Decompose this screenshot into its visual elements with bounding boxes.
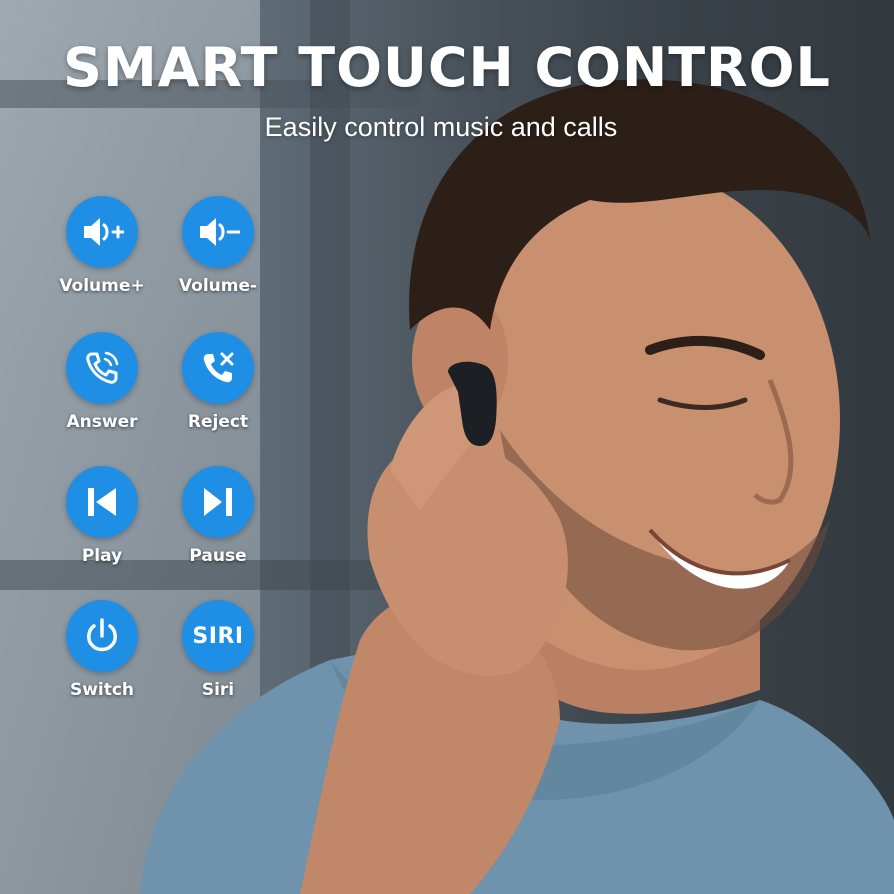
volume-up-icon (66, 196, 138, 268)
phone-reject-icon (182, 332, 254, 404)
control-pause: Pause (168, 466, 268, 566)
siri-icon: SIRI (182, 600, 254, 672)
control-volume-up: Volume+ (52, 196, 152, 296)
touch-controls-grid: Volume+ Volume- Answer Reject Play Pause… (52, 196, 282, 716)
control-label: Pause (189, 546, 247, 566)
control-reject: Reject (168, 332, 268, 432)
phone-answer-icon (66, 332, 138, 404)
siri-icon-text: SIRI (192, 623, 244, 649)
control-switch: Switch (52, 600, 152, 700)
control-label: Switch (69, 680, 135, 700)
control-label: Reject (187, 412, 249, 432)
page-subtitle: Easily control music and calls (264, 112, 618, 142)
power-icon (66, 600, 138, 672)
control-answer: Answer (52, 332, 152, 432)
control-volume-down: Volume- (168, 196, 268, 296)
control-play: Play (52, 466, 152, 566)
control-label: Answer (66, 412, 138, 432)
page-title: SMART TOUCH CONTROL (63, 36, 831, 99)
volume-down-icon (182, 196, 254, 268)
control-label: Volume- (178, 276, 258, 296)
control-label: Play (81, 546, 123, 566)
previous-track-icon (66, 466, 138, 538)
control-siri: SIRI Siri (168, 600, 268, 700)
control-label: Volume+ (59, 276, 145, 296)
control-label: Siri (201, 680, 235, 700)
product-banner: SMART TOUCH CONTROL Easily control music… (0, 0, 894, 894)
play-pause-icon (182, 466, 254, 538)
